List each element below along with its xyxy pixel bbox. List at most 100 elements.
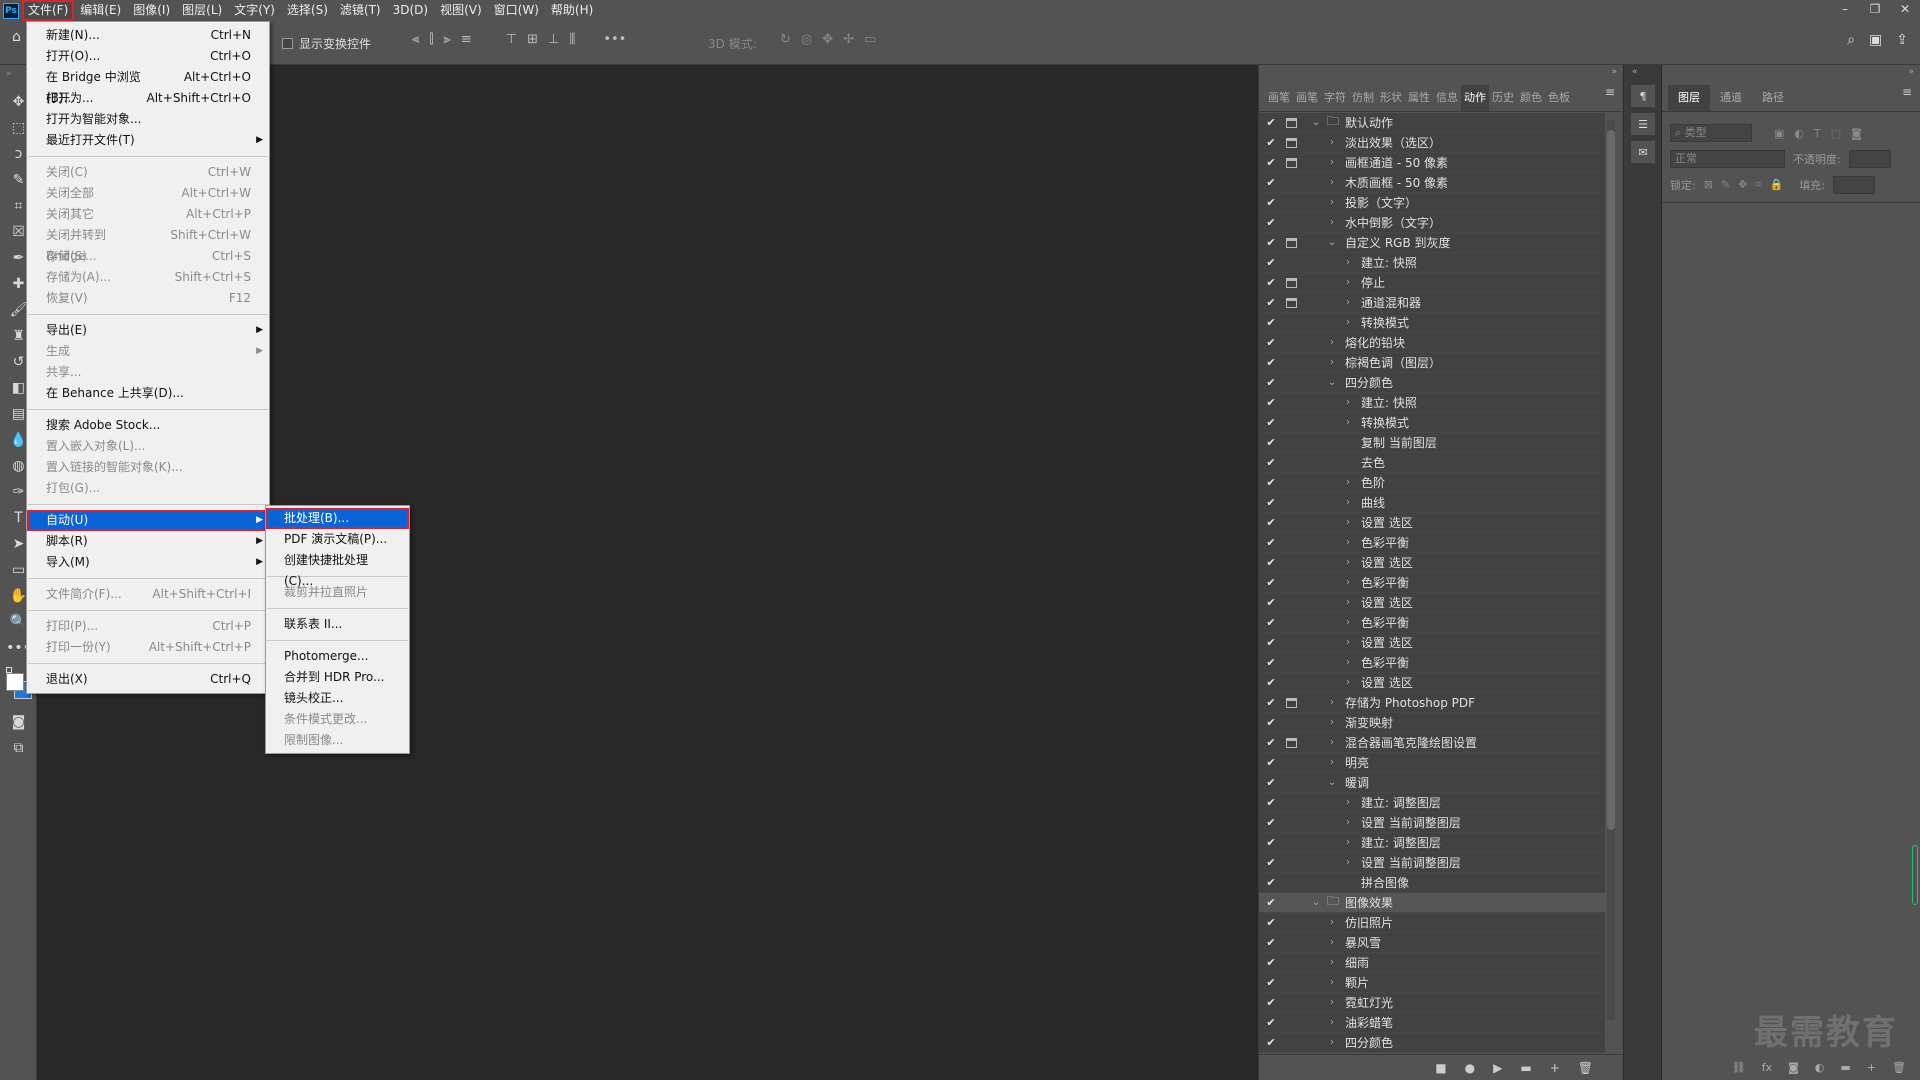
dialog-toggle-icon[interactable]: [1283, 436, 1299, 450]
align-right-icon[interactable]: ⫸: [444, 32, 451, 47]
chevron-right-icon[interactable]: ›: [1341, 297, 1355, 308]
toggle-check-icon[interactable]: ✔: [1259, 776, 1283, 789]
toggle-check-icon[interactable]: ✔: [1259, 956, 1283, 969]
dialog-toggle-icon[interactable]: [1283, 616, 1299, 630]
file-menu-item[interactable]: 打印一份(Y) Alt+Shift+Ctrl+P: [27, 637, 269, 658]
action-row[interactable]: ✔ ⌄ 暖调: [1259, 773, 1605, 793]
workspace-icon[interactable]: ▣: [1869, 32, 1882, 48]
action-row[interactable]: ✔ › 油彩蜡笔: [1259, 1013, 1605, 1033]
toggle-check-icon[interactable]: ✔: [1259, 836, 1283, 849]
panel-tab[interactable]: 属性: [1405, 85, 1433, 111]
chevron-right-icon[interactable]: ›: [1341, 657, 1355, 668]
3d-slide-icon[interactable]: ✢: [843, 32, 854, 47]
action-row[interactable]: ✔ › 设置 选区: [1259, 553, 1605, 573]
file-menu-item[interactable]: 共享...: [27, 362, 269, 383]
chevron-down-icon[interactable]: ⌄: [1325, 777, 1339, 788]
action-row[interactable]: ✔ › 建立: 快照: [1259, 393, 1605, 413]
opacity-field[interactable]: [1848, 150, 1891, 168]
toggle-check-icon[interactable]: ✔: [1259, 796, 1283, 809]
action-row[interactable]: ✔ › 熔化的铅块: [1259, 333, 1605, 353]
chevron-right-icon[interactable]: ›: [1341, 797, 1355, 808]
action-row[interactable]: ✔ › 停止: [1259, 273, 1605, 293]
align-bottom-icon[interactable]: ⊥: [548, 32, 559, 47]
dialog-toggle-icon[interactable]: [1283, 116, 1299, 130]
toggle-check-icon[interactable]: ✔: [1259, 616, 1283, 629]
chevron-right-icon[interactable]: ›: [1325, 957, 1339, 968]
stop-icon[interactable]: ■: [1435, 1061, 1446, 1075]
toggle-check-icon[interactable]: ✔: [1259, 376, 1283, 389]
action-row[interactable]: ✔ › 颗片: [1259, 973, 1605, 993]
chevron-right-icon[interactable]: ›: [1341, 637, 1355, 648]
dialog-toggle-icon[interactable]: [1283, 696, 1299, 710]
file-menu-item[interactable]: 在 Bridge 中浏览(B)... Alt+Ctrl+O: [27, 67, 269, 105]
lock-icons[interactable]: ⊠✎✥⌗🔒: [1704, 178, 1792, 192]
action-row[interactable]: ✔ › 通道混和器: [1259, 293, 1605, 313]
action-row[interactable]: ✔ › 四分颜色: [1259, 1033, 1605, 1053]
chevron-right-icon[interactable]: ›: [1325, 937, 1339, 948]
dialog-toggle-icon[interactable]: [1283, 816, 1299, 830]
action-row[interactable]: ✔ › 棕褐色调（图层）: [1259, 353, 1605, 373]
toggle-check-icon[interactable]: ✔: [1259, 536, 1283, 549]
share-icon[interactable]: ⇪: [1896, 32, 1908, 48]
action-row[interactable]: ✔ › 设置 选区: [1259, 633, 1605, 653]
properties-icon[interactable]: ☰: [1631, 113, 1655, 135]
action-row[interactable]: ✔ › 霓虹灯光: [1259, 993, 1605, 1013]
chevron-right-icon[interactable]: ›: [1341, 477, 1355, 488]
automate-menu-item[interactable]: 限制图像...: [266, 730, 409, 751]
dialog-toggle-icon[interactable]: [1283, 556, 1299, 570]
distribute-icon[interactable]: ≡: [461, 32, 472, 47]
action-row[interactable]: ✔ › 渐变映射: [1259, 713, 1605, 733]
chevron-right-icon[interactable]: ›: [1325, 357, 1339, 368]
toggle-check-icon[interactable]: ✔: [1259, 356, 1283, 369]
quick-mask-icon[interactable]: ◙: [0, 709, 37, 735]
toggle-check-icon[interactable]: ✔: [1259, 816, 1283, 829]
chevron-right-icon[interactable]: ›: [1341, 397, 1355, 408]
action-row[interactable]: ✔ 去色: [1259, 453, 1605, 473]
automate-menu-item[interactable]: 镜头校正...: [266, 688, 409, 709]
toggle-check-icon[interactable]: ✔: [1259, 236, 1283, 249]
toggle-check-icon[interactable]: ✔: [1259, 736, 1283, 749]
action-row[interactable]: ✔ › 建立: 快照: [1259, 253, 1605, 273]
fill-field[interactable]: [1832, 176, 1875, 194]
dialog-toggle-icon[interactable]: [1283, 516, 1299, 530]
chevron-right-icon[interactable]: ›: [1341, 557, 1355, 568]
toggle-check-icon[interactable]: ✔: [1259, 676, 1283, 689]
panel-tab[interactable]: 色板: [1545, 85, 1573, 111]
menu-4[interactable]: 文字(Y): [228, 0, 281, 21]
dialog-toggle-icon[interactable]: [1283, 196, 1299, 210]
dialog-toggle-icon[interactable]: [1283, 376, 1299, 390]
action-row[interactable]: ✔ › 色阶: [1259, 473, 1605, 493]
file-menu-item[interactable]: 关闭全部 Alt+Ctrl+W: [27, 183, 269, 204]
dialog-toggle-icon[interactable]: [1283, 496, 1299, 510]
action-row[interactable]: ✔ › 木质画框 - 50 像素: [1259, 173, 1605, 193]
file-menu-item[interactable]: 生成 ▶: [27, 341, 269, 362]
toggle-check-icon[interactable]: ✔: [1259, 396, 1283, 409]
action-row[interactable]: ✔ › 转换模式: [1259, 313, 1605, 333]
file-menu-item[interactable]: 导入(M) ▶: [27, 552, 269, 573]
show-transform-checkbox[interactable]: [282, 38, 293, 49]
dialog-toggle-icon[interactable]: [1283, 896, 1299, 910]
toggle-check-icon[interactable]: ✔: [1259, 216, 1283, 229]
action-row[interactable]: ✔ › 暴风雪: [1259, 933, 1605, 953]
action-row[interactable]: ✔ › 色彩平衡: [1259, 613, 1605, 633]
adjustment-icon[interactable]: ◐: [1815, 1061, 1825, 1074]
toggle-check-icon[interactable]: ✔: [1259, 416, 1283, 429]
menu-7[interactable]: 3D(D): [387, 0, 434, 21]
file-menu-item[interactable]: 在 Behance 上共享(D)...: [27, 383, 269, 404]
automate-menu-item[interactable]: 创建快捷批处理(C)...: [266, 550, 409, 588]
toggle-check-icon[interactable]: ✔: [1259, 876, 1283, 889]
dialog-toggle-icon[interactable]: [1283, 836, 1299, 850]
dialog-toggle-icon[interactable]: [1283, 256, 1299, 270]
chevron-right-icon[interactable]: ›: [1325, 217, 1339, 228]
dialog-toggle-icon[interactable]: [1283, 936, 1299, 950]
chevron-right-icon[interactable]: ›: [1341, 817, 1355, 828]
file-menu-item[interactable]: 存储(S) Ctrl+S: [27, 246, 269, 267]
dialog-toggle-icon[interactable]: [1283, 1036, 1299, 1050]
align-hcenter-icon[interactable]: ⫿: [429, 32, 433, 47]
dialog-toggle-icon[interactable]: [1283, 876, 1299, 890]
automate-menu-item[interactable]: 裁剪并拉直照片: [266, 582, 409, 603]
delete-icon[interactable]: 🗑: [1892, 1061, 1906, 1074]
action-row[interactable]: ✔ ⌄ 🗀 图像效果: [1259, 893, 1605, 913]
toggle-check-icon[interactable]: ✔: [1259, 936, 1283, 949]
dialog-toggle-icon[interactable]: [1283, 216, 1299, 230]
